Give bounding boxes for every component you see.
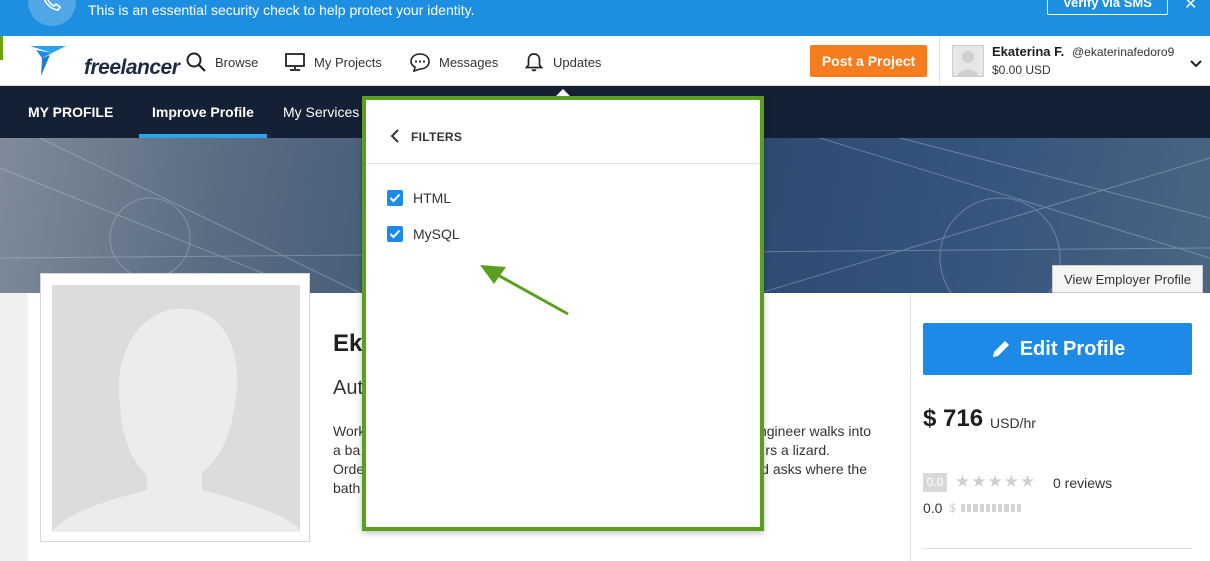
nav-messages[interactable]: Messages (410, 51, 498, 73)
rate-unit: USD/hr (990, 415, 1036, 431)
annotation-arrow-icon (480, 265, 569, 316)
profile-name: Ek (333, 330, 363, 357)
nav-browse[interactable]: Browse (186, 51, 258, 73)
nav-divider (939, 36, 940, 86)
avatar-placeholder (52, 285, 300, 532)
filter-option-html[interactable]: HTML (387, 189, 451, 207)
view-employer-profile-button[interactable]: View Employer Profile (1052, 265, 1203, 293)
checkbox-checked-icon[interactable] (387, 190, 403, 206)
close-icon[interactable]: ✕ (1184, 0, 1197, 14)
edit-profile-button[interactable]: Edit Profile (923, 323, 1192, 375)
filters-header: FILTERS (366, 100, 760, 164)
nav-browse-label: Browse (215, 54, 259, 70)
filter-option-mysql[interactable]: MySQL (387, 225, 460, 243)
user-balance: $0.00 USD (992, 63, 1051, 77)
rating-score-badge: 0.0 (923, 473, 947, 492)
bell-icon (524, 53, 544, 72)
tab-my-services[interactable]: My Services (283, 86, 359, 138)
star-rating: ★★★★★ (955, 472, 1037, 491)
profile-photo[interactable] (40, 273, 310, 542)
freelancer-logo[interactable]: freelancer (28, 44, 180, 79)
logo-wordmark: freelancer (84, 56, 180, 79)
dollar-icon: $ (949, 501, 956, 515)
post-project-button[interactable]: Post a Project (810, 45, 927, 77)
checkbox-checked-icon[interactable] (387, 226, 403, 242)
earnings-bar (961, 504, 1022, 512)
nav-my-projects-label: My Projects (314, 54, 382, 70)
dropdown-pointer (556, 89, 570, 96)
nav-my-projects[interactable]: My Projects (285, 51, 382, 73)
phone-icon (28, 0, 76, 26)
filter-option-label: MySQL (413, 226, 460, 242)
reviews-count[interactable]: 0 reviews (1053, 475, 1112, 491)
edit-profile-label: Edit Profile (1019, 337, 1126, 360)
divider (923, 548, 1192, 549)
nav-updates-label: Updates (553, 54, 602, 70)
user-name[interactable]: Ekaterina F. (992, 44, 1064, 59)
banner-message: This is an essential security check to h… (88, 2, 475, 18)
chevron-left-icon[interactable] (390, 129, 400, 148)
chat-icon (410, 53, 430, 72)
earnings-score: 0.0 (923, 500, 943, 516)
filters-title[interactable]: FILTERS (411, 130, 462, 144)
profile-title: Aut (333, 377, 364, 399)
user-handle: @ekaterinafedoro9 (1072, 45, 1175, 59)
nav-updates[interactable]: Updates (524, 51, 601, 73)
filter-option-label: HTML (413, 190, 452, 206)
chevron-down-icon[interactable] (1190, 56, 1202, 74)
hourly-rate: $ 716 (923, 405, 984, 432)
top-nav: freelancer Browse My Projects Messages U… (0, 36, 1210, 86)
tab-improve-profile[interactable]: Improve Profile (139, 86, 267, 138)
pencil-icon (992, 341, 1009, 357)
monitor-icon (285, 53, 305, 71)
verify-sms-button[interactable]: Verify via SMS (1047, 0, 1168, 15)
security-banner: This is an essential security check to h… (0, 0, 1210, 36)
avatar[interactable] (952, 45, 984, 77)
nav-messages-label: Messages (439, 54, 499, 70)
my-profile-heading: MY PROFILE (28, 104, 114, 120)
search-icon (186, 52, 206, 72)
highlight-edge (0, 36, 3, 60)
